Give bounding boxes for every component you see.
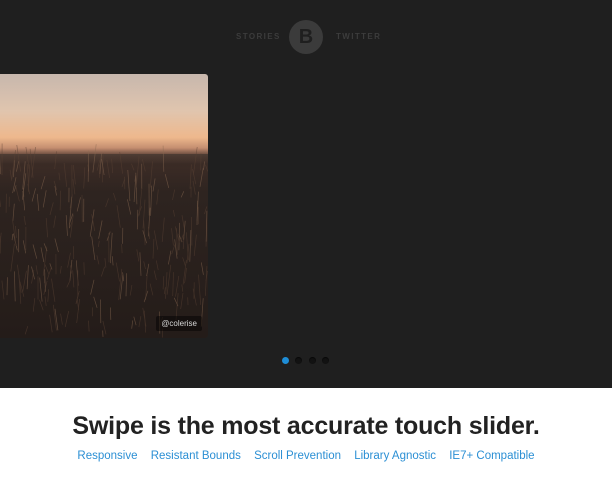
feature-links: Responsive Resistant Bounds Scroll Preve… <box>0 450 612 462</box>
feature-resistant-bounds-link[interactable]: Resistant Bounds <box>151 450 241 462</box>
logo-button[interactable]: B <box>289 20 323 54</box>
nav-stories-link[interactable]: STORIES <box>236 32 281 41</box>
pagination-dot-2[interactable] <box>295 357 302 364</box>
photo-credit[interactable]: @colerise <box>156 316 202 331</box>
slide-image[interactable]: @colerise <box>0 74 208 338</box>
top-nav: STORIES B TWITTER <box>0 20 612 54</box>
feature-responsive-link[interactable]: Responsive <box>77 450 137 462</box>
pagination-dot-4[interactable] <box>322 357 329 364</box>
dark-hero-section: STORIES B TWITTER @colerise <box>0 0 612 388</box>
pagination-dot-1[interactable] <box>282 357 289 364</box>
page-headline: Swipe is the most accurate touch slider. <box>72 412 540 440</box>
feature-scroll-prevention-link[interactable]: Scroll Prevention <box>254 450 341 462</box>
pagination-dot-3[interactable] <box>309 357 316 364</box>
feature-ie7-compatible-link[interactable]: IE7+ Compatible <box>449 450 534 462</box>
nav-twitter-link[interactable]: TWITTER <box>336 32 381 41</box>
feature-library-agnostic-link[interactable]: Library Agnostic <box>354 450 436 462</box>
grass-field-photo <box>0 143 208 338</box>
